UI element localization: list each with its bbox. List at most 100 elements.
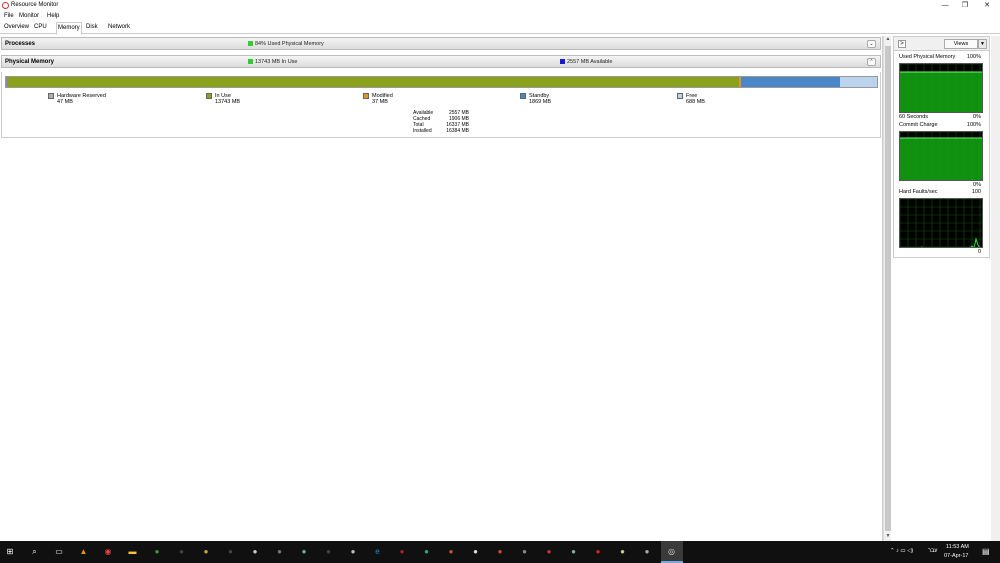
taskbar: ⌃ ♪ ▭ ◁) עבר 11:53 AM 07-Apr-17 ▤ ⊞ ⌕ ▭ ▲ ◉ ▬… — [0, 541, 1000, 563]
chevron-up-icon[interactable]: ⌃ — [867, 58, 876, 66]
graph-title: Used Physical Memory — [899, 54, 956, 60]
views-dropdown-icon[interactable]: ▼ — [978, 39, 987, 49]
graph-canvas — [900, 199, 982, 247]
processes-title: Processes — [5, 41, 36, 47]
taskbar-app-icon[interactable]: ● — [274, 546, 286, 558]
taskbar-start-icon[interactable]: ⊞ — [4, 546, 16, 558]
taskbar-app-icon[interactable]: ● — [543, 546, 555, 558]
taskbar-vlc-icon[interactable]: ▲ — [78, 546, 90, 558]
taskbar-app-icon[interactable]: ● — [519, 546, 531, 558]
legend-color-swatch — [206, 93, 212, 99]
commit-charge-graph — [899, 131, 983, 181]
tab-bar: Overview CPU Memory Disk Network — [0, 21, 1000, 35]
taskbar-file-explorer-icon[interactable]: ▬ — [127, 546, 139, 558]
taskbar-app-icon[interactable]: ● — [323, 546, 335, 558]
graph-max: 100% — [966, 122, 981, 128]
main-scrollbar[interactable]: ▲ ▼ — [883, 36, 891, 541]
taskbar-app-icon[interactable]: ● — [592, 546, 604, 558]
tray-icons[interactable]: ⌃ ♪ ▭ ◁) — [890, 548, 913, 554]
available-status: 2557 MB Available — [560, 59, 612, 65]
physical-memory-title: Physical Memory — [5, 59, 55, 65]
available-status-text: 2557 MB Available — [567, 59, 613, 65]
views-button[interactable]: Views — [944, 39, 978, 49]
graph-max: 100 — [971, 189, 981, 195]
taskbar-app-icon[interactable]: ● — [176, 546, 188, 558]
graphs-scrollbar[interactable] — [991, 36, 1000, 541]
taskbar-app-icon[interactable]: ● — [494, 546, 506, 558]
menu-help[interactable]: Help — [47, 13, 59, 19]
taskbar-chrome-icon[interactable]: ◉ — [102, 546, 114, 558]
processes-status: 84% Used Physical Memory — [248, 41, 324, 47]
graph-fill-area — [900, 138, 982, 180]
taskbar-app-icon[interactable]: ● — [445, 546, 457, 558]
taskbar-app-icon[interactable]: ● — [347, 546, 359, 558]
graph-canvas — [900, 64, 982, 112]
chevron-right-icon[interactable]: > — [898, 40, 906, 48]
hard-faults-graph — [899, 198, 983, 248]
legend-color-swatch — [48, 93, 54, 99]
taskbar-search-icon[interactable]: ⌕ — [29, 546, 41, 558]
legend-color-swatch — [677, 93, 683, 99]
taskbar-app-icon[interactable]: ● — [298, 546, 310, 558]
stats-label: Installed — [413, 128, 432, 134]
processes-header[interactable]: Processes 84% Used Physical Memory ⌄ — [1, 37, 881, 50]
legend-value: 688 MB — [686, 99, 705, 105]
in-use-status-text: 13743 MB In Use — [255, 59, 298, 65]
menu-bar: File Monitor Help — [0, 11, 1000, 21]
minimize-button[interactable]: — — [938, 1, 952, 10]
taskbar-app-icon[interactable]: ● — [249, 546, 261, 558]
taskbar-app-icon[interactable]: ● — [568, 546, 580, 558]
taskbar-app-icon[interactable]: ● — [151, 546, 163, 558]
scrollbar-thumb[interactable] — [885, 46, 891, 531]
taskbar-app-icon[interactable]: ● — [200, 546, 212, 558]
resource-monitor-icon — [2, 2, 9, 9]
clock-date[interactable]: 07-Apr-17 — [944, 553, 968, 559]
taskbar-resource-monitor-icon[interactable]: ◎ — [666, 546, 678, 558]
graph-line — [920, 237, 980, 247]
status-square-icon — [248, 41, 253, 46]
status-square-icon — [248, 59, 253, 64]
taskbar-app-icon[interactable]: ● — [396, 546, 408, 558]
taskbar-task-view-icon[interactable]: ▭ — [53, 546, 65, 558]
taskbar-app-icon[interactable]: ● — [470, 546, 482, 558]
taskbar-app-icon[interactable]: ● — [225, 546, 237, 558]
physical-memory-header[interactable]: Physical Memory 13743 MB In Use 2557 MB … — [1, 55, 881, 68]
tab-disk[interactable]: Disk — [86, 24, 98, 34]
language-indicator[interactable]: עבר — [928, 548, 937, 554]
taskbar-ie-icon[interactable]: e — [372, 546, 384, 558]
graph-min: 0% — [973, 114, 981, 120]
graph-max: 100% — [966, 54, 981, 60]
legend-color-swatch — [363, 93, 369, 99]
memory-bar-segment — [840, 77, 877, 87]
processes-status-text: 84% Used Physical Memory — [255, 41, 324, 47]
legend-color-swatch — [520, 93, 526, 99]
restore-button[interactable]: ❐ — [958, 1, 972, 10]
graph-time-span: 60 Seconds — [899, 114, 929, 120]
legend-value: 13743 MB — [215, 99, 241, 105]
chevron-down-icon[interactable]: ⌄ — [867, 40, 876, 48]
tab-network[interactable]: Network — [108, 24, 130, 34]
legend-value: 37 MB — [372, 99, 388, 105]
graph-title: Hard Faults/sec — [899, 189, 938, 195]
scroll-down-icon[interactable]: ▼ — [884, 533, 892, 541]
menu-monitor[interactable]: Monitor — [19, 13, 39, 19]
clock-time[interactable]: 11:53 AM — [946, 544, 969, 550]
used-physical-memory-graph — [899, 63, 983, 113]
stats-row: Installed 16384 MB — [413, 128, 469, 134]
tab-overview[interactable]: Overview — [4, 24, 29, 34]
tab-memory[interactable]: Memory — [56, 22, 82, 35]
menu-file[interactable]: File — [4, 13, 14, 19]
notification-icon[interactable]: ▤ — [982, 547, 990, 556]
taskbar-app-icon[interactable]: ● — [617, 546, 629, 558]
scroll-up-icon[interactable]: ▲ — [884, 36, 892, 44]
memory-bar-segment — [8, 77, 740, 87]
taskbar-app-icon[interactable]: ● — [421, 546, 433, 558]
window-title: Resource Monitor — [11, 2, 59, 8]
status-square-icon — [560, 59, 565, 64]
legend-value: 1869 MB — [529, 99, 552, 105]
graph-title: Commit Charge — [899, 122, 938, 128]
close-button[interactable]: ✕ — [980, 1, 994, 10]
tab-cpu[interactable]: CPU — [34, 24, 47, 34]
graph-min: 0 — [977, 249, 981, 255]
taskbar-app-icon[interactable]: ● — [641, 546, 653, 558]
